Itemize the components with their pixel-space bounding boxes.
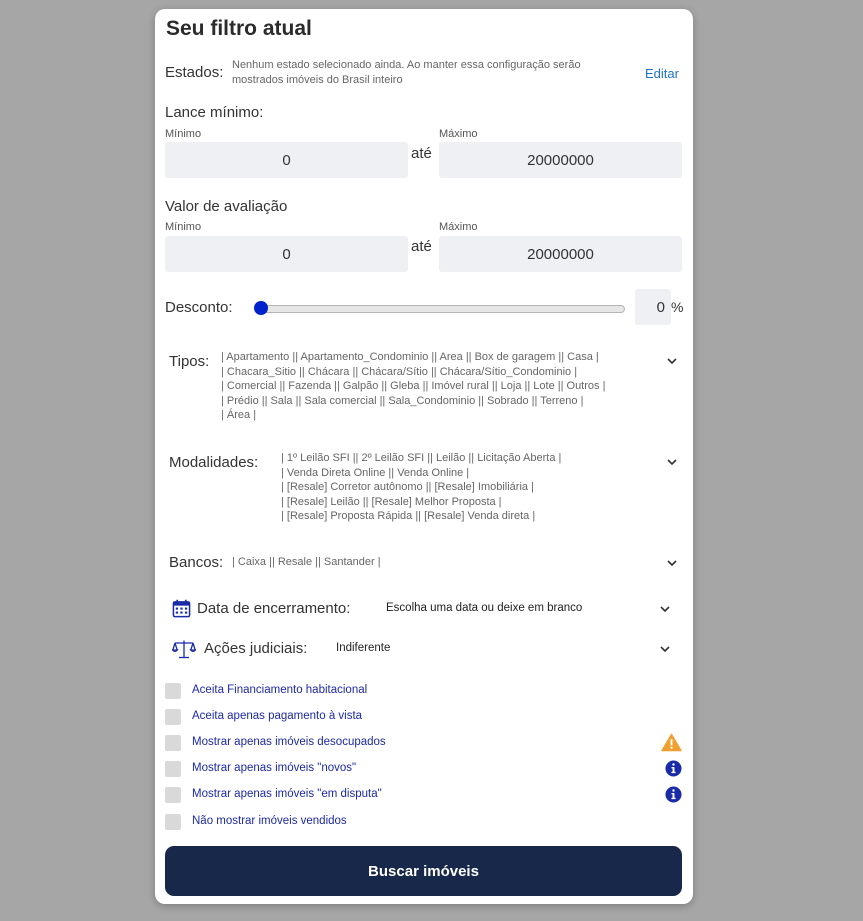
- info-icon[interactable]: [665, 760, 682, 777]
- em-disputa-label[interactable]: Mostrar apenas imóveis "em disputa": [192, 788, 382, 800]
- desconto-slider-track[interactable]: [259, 305, 625, 313]
- calendar-icon: [172, 599, 191, 618]
- tipos-line: | Chacara_Sitio || Chácara || Chácara/Sí…: [221, 365, 578, 378]
- tipos-line: | Apartamento || Apartamento_Condominio …: [221, 351, 599, 363]
- financiamento-checkbox[interactable]: [165, 683, 181, 699]
- info-icon[interactable]: [665, 786, 682, 803]
- lance-minimo-label: Lance mínimo:: [165, 104, 264, 121]
- edit-estados-link[interactable]: Editar: [645, 66, 679, 81]
- tipos-line: | Prédio || Sala || Sala comercial || Sa…: [221, 394, 584, 407]
- desocupados-label[interactable]: Mostrar apenas imóveis desocupados: [192, 736, 386, 748]
- desocupados-checkbox[interactable]: [165, 735, 181, 751]
- scales-icon: [172, 640, 196, 659]
- novos-label[interactable]: Mostrar apenas imóveis "novos": [192, 762, 356, 774]
- desconto-unit: %: [671, 299, 684, 315]
- em-disputa-checkbox[interactable]: [165, 787, 181, 803]
- modalidades-line: | 1º Leilão SFI || 2º Leilão SFI || Leil…: [281, 452, 562, 464]
- acoes-judiciais-select[interactable]: Indiferente: [336, 642, 390, 654]
- data-encerramento-label: Data de encerramento:: [197, 600, 351, 617]
- lance-max-caption: Máximo: [439, 128, 478, 140]
- bancos-chevron-down-icon[interactable]: [665, 556, 679, 570]
- lance-separator: até: [411, 145, 432, 162]
- page-title: Seu filtro atual: [166, 17, 312, 40]
- modalidades-chevron-down-icon[interactable]: [665, 455, 679, 469]
- novos-checkbox[interactable]: [165, 761, 181, 777]
- data-encerramento-chevron-down-icon[interactable]: [658, 602, 672, 616]
- pagamento-vista-label[interactable]: Aceita apenas pagamento à vista: [192, 710, 362, 722]
- warning-icon[interactable]: [661, 733, 682, 752]
- nao-vendidos-checkbox[interactable]: [165, 814, 181, 830]
- bancos-label: Bancos:: [169, 554, 224, 571]
- tipos-line: | Área |: [221, 409, 257, 421]
- lance-min-caption: Mínimo: [165, 128, 202, 140]
- estados-description: Nenhum estado selecionado ainda. Ao mant…: [232, 59, 581, 86]
- modalidades-line: | [Resale] Leilão || [Resale] Melhor Pro…: [281, 495, 502, 508]
- avaliacao-min-input[interactable]: 0: [165, 236, 408, 272]
- lance-min-input[interactable]: 0: [165, 142, 408, 178]
- modalidades-label: Modalidades:: [169, 454, 259, 471]
- modalidades-values[interactable]: | 1º Leilão SFI || 2º Leilão SFI || Leil…: [281, 451, 661, 524]
- avaliacao-min-caption: Mínimo: [165, 221, 202, 233]
- buscar-imoveis-button[interactable]: Buscar imóveis: [165, 846, 682, 896]
- desconto-value-input[interactable]: 0: [635, 289, 671, 325]
- avaliacao-separator: até: [411, 238, 432, 255]
- lance-max-input[interactable]: 20000000: [439, 142, 682, 178]
- filter-card: Seu filtro atual Estados: Nenhum estado …: [155, 9, 693, 904]
- financiamento-label[interactable]: Aceita Financiamento habitacional: [192, 684, 367, 696]
- tipos-label: Tipos:: [169, 353, 210, 370]
- modalidades-line: | [Resale] Corretor autônomo || [Resale]…: [281, 481, 534, 493]
- nao-vendidos-label[interactable]: Não mostrar imóveis vendidos: [192, 815, 347, 827]
- acoes-judiciais-chevron-down-icon[interactable]: [658, 642, 672, 656]
- tipos-values[interactable]: | Apartamento || Apartamento_Condominio …: [221, 350, 661, 423]
- data-encerramento-select[interactable]: Escolha uma data ou deixe em branco: [386, 602, 582, 614]
- bancos-value[interactable]: | Caixa || Resale || Santander |: [232, 555, 381, 570]
- modalidades-line: | Venda Direta Online || Venda Online |: [281, 466, 470, 479]
- desconto-label: Desconto:: [165, 299, 233, 316]
- acoes-judiciais-label: Ações judiciais:: [204, 640, 308, 657]
- valor-avaliacao-label: Valor de avaliação: [165, 198, 288, 215]
- tipos-line: | Comercial || Fazenda || Galpão || Gleb…: [221, 380, 606, 392]
- desconto-slider-thumb[interactable]: [254, 301, 268, 315]
- avaliacao-max-caption: Máximo: [439, 221, 478, 233]
- modalidades-line: | [Resale] Proposta Rápida || [Resale] V…: [281, 510, 536, 522]
- pagamento-vista-checkbox[interactable]: [165, 709, 181, 725]
- tipos-chevron-down-icon[interactable]: [665, 354, 679, 368]
- estados-label: Estados:: [165, 64, 224, 81]
- avaliacao-max-input[interactable]: 20000000: [439, 236, 682, 272]
